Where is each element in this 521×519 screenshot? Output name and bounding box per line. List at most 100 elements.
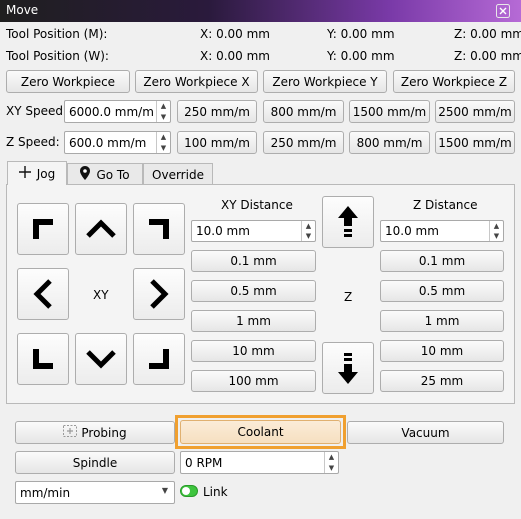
spindle-rpm-value: 0 RPM xyxy=(185,455,223,470)
corner-up-left-icon xyxy=(33,219,53,239)
jog-z-down-button[interactable] xyxy=(322,342,374,394)
z-speed-spinbox[interactable]: 600.0 mm/m ▲ ▼ xyxy=(64,131,171,154)
corner-down-right-icon xyxy=(149,349,169,369)
xy-distance-1-button[interactable]: 1 mm xyxy=(191,310,316,332)
z-distance-1-button[interactable]: 1 mm xyxy=(380,310,504,332)
zero-workpiece-button[interactable]: Zero Workpiece xyxy=(6,70,130,93)
xy-distance-stepper[interactable]: ▲ ▼ xyxy=(301,221,315,241)
z-distance-10-button[interactable]: 10 mm xyxy=(380,340,504,362)
chevron-right-icon xyxy=(150,279,169,309)
vacuum-button[interactable]: Vacuum xyxy=(347,421,504,444)
z-distance-0.5-button[interactable]: 0.5 mm xyxy=(380,280,504,302)
jog-up-button[interactable] xyxy=(75,203,127,255)
tool-position-m-y: Y: 0.00 mm xyxy=(327,27,395,41)
tab-go-to[interactable]: Go To xyxy=(67,163,143,185)
spindle-rpm-stepper[interactable]: ▲ ▼ xyxy=(324,452,338,473)
tab-override[interactable]: Override xyxy=(143,163,213,185)
jog-z-up-button[interactable] xyxy=(322,196,374,248)
xy-distance-0.1-button[interactable]: 0.1 mm xyxy=(191,250,316,272)
move-cross-icon xyxy=(18,166,31,181)
z-distance-value: 10.0 mm xyxy=(385,224,439,238)
tool-position-w-z: Z: 0.00 mm xyxy=(454,49,521,63)
stepper-up-icon[interactable]: ▲ xyxy=(325,452,338,463)
jog-down-right-button[interactable] xyxy=(133,333,185,385)
z-distance-spinbox[interactable]: 10.0 mm ▲ ▼ xyxy=(380,220,504,242)
stepper-up-icon[interactable]: ▲ xyxy=(157,132,170,143)
xy-distance-0.5-button[interactable]: 0.5 mm xyxy=(191,280,316,302)
stepper-down-icon[interactable]: ▼ xyxy=(157,143,170,154)
xy-speed-preset-2500[interactable]: 2500 mm/m xyxy=(435,100,515,123)
link-led-icon[interactable] xyxy=(180,485,198,497)
z-speed-stepper[interactable]: ▲ ▼ xyxy=(156,132,170,153)
xy-distance-10-button[interactable]: 10 mm xyxy=(191,340,316,362)
tool-position-m-x: X: 0.00 mm xyxy=(200,27,270,41)
jog-right-button[interactable] xyxy=(133,268,185,320)
spindle-rpm-spinbox[interactable]: 0 RPM ▲ ▼ xyxy=(180,451,339,474)
z-speed-preset-100[interactable]: 100 mm/m xyxy=(177,131,257,154)
tab-override-label: Override xyxy=(152,167,204,182)
stepper-down-icon[interactable]: ▼ xyxy=(302,231,315,241)
z-speed-label: Z Speed: xyxy=(6,135,60,149)
xy-distance-spinbox[interactable]: 10.0 mm ▲ ▼ xyxy=(191,220,316,242)
z-speed-preset-1500[interactable]: 1500 mm/m xyxy=(435,131,515,154)
stepper-down-icon[interactable]: ▼ xyxy=(157,112,170,123)
probing-button[interactable]: Probing xyxy=(15,421,175,444)
units-select[interactable]: mm/min ▼ xyxy=(15,481,175,504)
arrow-up-icon xyxy=(338,206,358,237)
chevron-down-icon xyxy=(86,350,116,369)
jog-up-right-button[interactable] xyxy=(133,203,185,255)
xy-speed-preset-800[interactable]: 800 mm/m xyxy=(263,100,344,123)
title-bar: Move xyxy=(0,0,521,22)
xy-center-label: XY xyxy=(93,288,109,302)
units-value: mm/min xyxy=(20,485,71,500)
stepper-up-icon[interactable]: ▲ xyxy=(157,101,170,112)
arrow-down-icon xyxy=(338,353,358,384)
close-icon[interactable] xyxy=(496,4,510,18)
spindle-button[interactable]: Spindle xyxy=(15,451,175,474)
xy-distance-100-button[interactable]: 100 mm xyxy=(191,370,316,392)
zero-workpiece-x-button[interactable]: Zero Workpiece X xyxy=(135,70,258,93)
tool-position-m-z: Z: 0.00 mm xyxy=(454,27,521,41)
z-speed-value: 600.0 mm/m xyxy=(69,135,147,150)
jog-left-button[interactable] xyxy=(17,268,69,320)
z-speed-preset-250[interactable]: 250 mm/m xyxy=(263,131,344,154)
stepper-up-icon[interactable]: ▲ xyxy=(490,221,503,231)
tab-jog[interactable]: Jog xyxy=(7,161,67,185)
tab-jog-label: Jog xyxy=(36,166,56,181)
z-distance-25-button[interactable]: 25 mm xyxy=(380,370,504,392)
xy-speed-label: XY Speed: xyxy=(6,104,68,118)
zero-workpiece-y-button[interactable]: Zero Workpiece Y xyxy=(263,70,387,93)
z-speed-preset-800[interactable]: 800 mm/m xyxy=(349,131,430,154)
xy-speed-spinbox[interactable]: 6000.0 mm/m ▲ ▼ xyxy=(64,100,171,123)
stepper-down-icon[interactable]: ▼ xyxy=(325,463,338,474)
coolant-button[interactable]: Coolant xyxy=(180,420,341,444)
xy-speed-preset-1500[interactable]: 1500 mm/m xyxy=(349,100,430,123)
probing-label: Probing xyxy=(81,425,127,440)
xy-speed-preset-250[interactable]: 250 mm/m xyxy=(177,100,257,123)
chevron-up-icon xyxy=(86,219,116,238)
z-distance-0.1-button[interactable]: 0.1 mm xyxy=(380,250,504,272)
jog-up-left-button[interactable] xyxy=(17,203,69,255)
jog-down-left-button[interactable] xyxy=(17,333,69,385)
xy-distance-label: XY Distance xyxy=(221,198,293,212)
tab-go-to-label: Go To xyxy=(96,167,130,182)
xy-distance-value: 10.0 mm xyxy=(196,224,250,238)
xy-speed-stepper[interactable]: ▲ ▼ xyxy=(156,101,170,122)
stepper-down-icon[interactable]: ▼ xyxy=(490,231,503,241)
stepper-up-icon[interactable]: ▲ xyxy=(302,221,315,231)
tool-position-w-x: X: 0.00 mm xyxy=(200,49,270,63)
corner-down-left-icon xyxy=(33,349,53,369)
tool-position-m-label: Tool Position (M): xyxy=(6,27,108,41)
window-title: Move xyxy=(6,3,39,17)
z-center-label: Z xyxy=(344,290,353,304)
chevron-down-icon: ▼ xyxy=(161,486,168,495)
jog-down-button[interactable] xyxy=(75,333,127,385)
corner-up-right-icon xyxy=(149,219,169,239)
tool-position-w-y: Y: 0.00 mm xyxy=(327,49,395,63)
z-distance-stepper[interactable]: ▲ ▼ xyxy=(489,221,503,241)
xy-speed-value: 6000.0 mm/m xyxy=(69,104,154,119)
zero-workpiece-z-button[interactable]: Zero Workpiece Z xyxy=(393,70,515,93)
map-pin-icon xyxy=(80,166,91,183)
probe-icon xyxy=(63,425,78,440)
chevron-left-icon xyxy=(33,279,52,309)
